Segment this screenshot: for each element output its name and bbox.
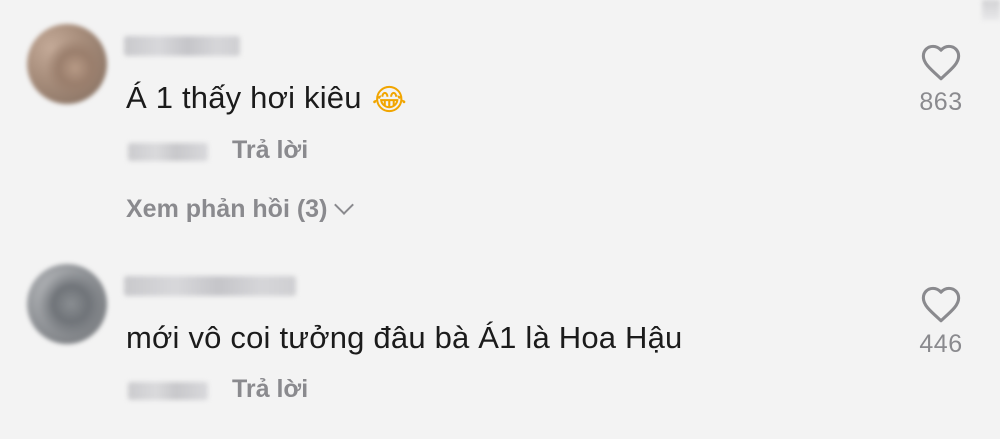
comment-body: mới vô coi tưởng đâu bà Á1 là Hoa Hậu — [126, 320, 683, 355]
comment-item: mới vô coi tưởng đâu bà Á1 là Hoa Hậu Tr… — [0, 250, 1000, 439]
timestamp-blurred — [128, 382, 208, 400]
like-count: 446 — [919, 330, 963, 358]
comment-body: Á 1 thấy hơi kiêu — [126, 80, 362, 115]
comment-meta: Trả lời — [126, 375, 426, 405]
timestamp-blurred — [128, 143, 208, 161]
chevron-down-icon — [334, 195, 355, 215]
heart-outline-icon[interactable] — [919, 284, 963, 324]
comment-text: Á 1 thấy hơi kiêu 😂 — [126, 80, 407, 118]
view-replies-button[interactable]: Xem phản hồi (3) — [126, 195, 355, 224]
reply-button[interactable]: Trả lời — [232, 375, 308, 404]
like-count: 863 — [919, 88, 963, 116]
username-blurred[interactable] — [124, 276, 296, 296]
reply-button[interactable]: Trả lời — [232, 136, 308, 165]
comment-item: Á 1 thấy hơi kiêu 😂 Trả lời Xem phản hồi … — [0, 0, 1000, 250]
like-control: 446 — [906, 284, 976, 359]
username-blurred[interactable] — [124, 36, 240, 56]
avatar[interactable] — [27, 24, 107, 104]
view-replies-label: Xem phản hồi (3) — [126, 195, 328, 223]
like-control: 863 — [906, 42, 976, 117]
comment-text: mới vô coi tưởng đâu bà Á1 là Hoa Hậu — [126, 320, 682, 356]
avatar[interactable] — [27, 264, 107, 344]
laughing-emoji: 😂 — [371, 83, 407, 118]
heart-outline-icon[interactable] — [919, 42, 963, 82]
comment-meta: Trả lời — [126, 136, 426, 166]
